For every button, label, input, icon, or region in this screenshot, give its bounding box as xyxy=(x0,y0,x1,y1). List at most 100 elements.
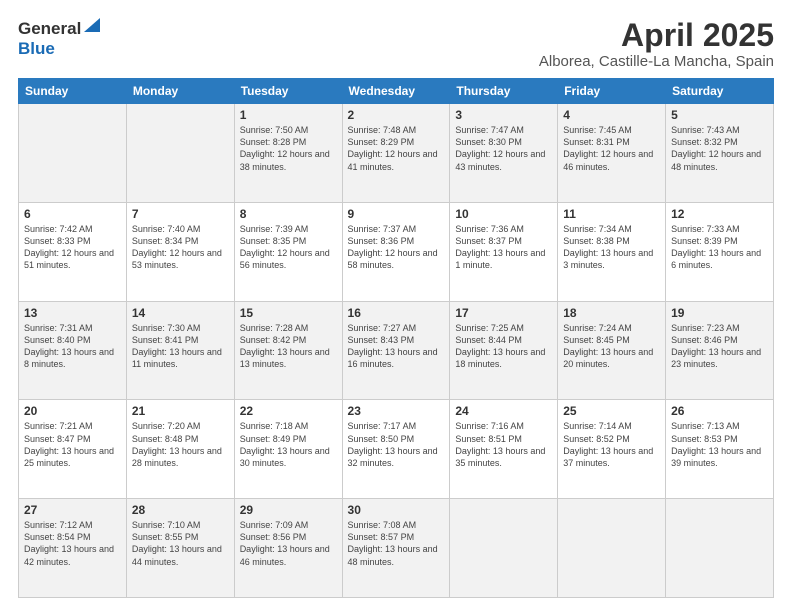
day-number: 11 xyxy=(563,207,660,221)
day-detail: Sunrise: 7:20 AM Sunset: 8:48 PM Dayligh… xyxy=(132,420,229,469)
header-wednesday: Wednesday xyxy=(342,79,450,104)
day-detail: Sunrise: 7:14 AM Sunset: 8:52 PM Dayligh… xyxy=(563,420,660,469)
day-number: 3 xyxy=(455,108,552,122)
table-row: 28 Sunrise: 7:10 AM Sunset: 8:55 PM Dayli… xyxy=(126,499,234,598)
table-row: 9Sunrise: 7:37 AM Sunset: 8:36 PM Daylig… xyxy=(342,202,450,301)
table-row: 2Sunrise: 7:48 AM Sunset: 8:29 PM Daylig… xyxy=(342,104,450,203)
day-number: 16 xyxy=(348,306,445,320)
day-number: 14 xyxy=(132,306,229,320)
calendar-week-row: 1 Sunrise: 7:50 AM Sunset: 8:28 PM Daylig… xyxy=(19,104,774,203)
day-detail: Sunrise: 7:34 AM Sunset: 8:38 PM Dayligh… xyxy=(563,223,660,272)
page: General Blue April 2025 Alborea, Castill… xyxy=(0,0,792,612)
header-sunday: Sunday xyxy=(19,79,127,104)
day-number: 10 xyxy=(455,207,552,221)
table-row: 10Sunrise: 7:36 AM Sunset: 8:37 PM Dayli… xyxy=(450,202,558,301)
table-row xyxy=(19,104,127,203)
day-detail: Sunrise: 7:43 AM Sunset: 8:32 PM Dayligh… xyxy=(671,124,768,173)
table-row: 23Sunrise: 7:17 AM Sunset: 8:50 PM Dayli… xyxy=(342,400,450,499)
day-number: 24 xyxy=(455,404,552,418)
day-detail: Sunrise: 7:42 AM Sunset: 8:33 PM Dayligh… xyxy=(24,223,121,272)
day-detail: Sunrise: 7:13 AM Sunset: 8:53 PM Dayligh… xyxy=(671,420,768,469)
day-detail: Sunrise: 7:48 AM Sunset: 8:29 PM Dayligh… xyxy=(348,124,445,173)
table-row: 15 Sunrise: 7:28 AM Sunset: 8:42 PM Dayli… xyxy=(234,301,342,400)
day-detail: Sunrise: 7:18 AM Sunset: 8:49 PM Dayligh… xyxy=(240,420,337,469)
table-row: 22 Sunrise: 7:18 AM Sunset: 8:49 PM Dayli… xyxy=(234,400,342,499)
table-row: 18 Sunrise: 7:24 AM Sunset: 8:45 PM Dayli… xyxy=(558,301,666,400)
day-number: 13 xyxy=(24,306,121,320)
weekday-header-row: Sunday Monday Tuesday Wednesday Thursday… xyxy=(19,79,774,104)
calendar-title: April 2025 xyxy=(539,18,774,53)
calendar-table: Sunday Monday Tuesday Wednesday Thursday… xyxy=(18,78,774,598)
table-row: 5 Sunrise: 7:43 AM Sunset: 8:32 PM Daylig… xyxy=(666,104,774,203)
day-number: 5 xyxy=(671,108,768,122)
table-row: 21Sunrise: 7:20 AM Sunset: 8:48 PM Dayli… xyxy=(126,400,234,499)
day-detail: Sunrise: 7:47 AM Sunset: 8:30 PM Dayligh… xyxy=(455,124,552,173)
table-row: 30 Sunrise: 7:08 AM Sunset: 8:57 PM Dayli… xyxy=(342,499,450,598)
table-row: 24 Sunrise: 7:16 AM Sunset: 8:51 PM Dayli… xyxy=(450,400,558,499)
header: General Blue April 2025 Alborea, Castill… xyxy=(18,18,774,70)
header-saturday: Saturday xyxy=(666,79,774,104)
table-row: 29Sunrise: 7:09 AM Sunset: 8:56 PM Dayli… xyxy=(234,499,342,598)
day-detail: Sunrise: 7:30 AM Sunset: 8:41 PM Dayligh… xyxy=(132,322,229,371)
day-detail: Sunrise: 7:27 AM Sunset: 8:43 PM Dayligh… xyxy=(348,322,445,371)
day-number: 22 xyxy=(240,404,337,418)
day-detail: Sunrise: 7:08 AM Sunset: 8:57 PM Dayligh… xyxy=(348,519,445,568)
table-row: 26Sunrise: 7:13 AM Sunset: 8:53 PM Dayli… xyxy=(666,400,774,499)
table-row: 25 Sunrise: 7:14 AM Sunset: 8:52 PM Dayli… xyxy=(558,400,666,499)
day-number: 23 xyxy=(348,404,445,418)
calendar-week-row: 13 Sunrise: 7:31 AM Sunset: 8:40 PM Dayli… xyxy=(19,301,774,400)
day-detail: Sunrise: 7:09 AM Sunset: 8:56 PM Dayligh… xyxy=(240,519,337,568)
day-detail: Sunrise: 7:40 AM Sunset: 8:34 PM Dayligh… xyxy=(132,223,229,272)
table-row: 1 Sunrise: 7:50 AM Sunset: 8:28 PM Daylig… xyxy=(234,104,342,203)
title-block: April 2025 Alborea, Castille-La Mancha, … xyxy=(539,18,774,70)
logo-general: General xyxy=(18,19,81,39)
day-number: 4 xyxy=(563,108,660,122)
table-row: 17 Sunrise: 7:25 AM Sunset: 8:44 PM Dayli… xyxy=(450,301,558,400)
day-number: 25 xyxy=(563,404,660,418)
day-number: 20 xyxy=(24,404,121,418)
table-row: 8 Sunrise: 7:39 AM Sunset: 8:35 PM Daylig… xyxy=(234,202,342,301)
table-row xyxy=(666,499,774,598)
day-number: 17 xyxy=(455,306,552,320)
table-row: 16 Sunrise: 7:27 AM Sunset: 8:43 PM Dayli… xyxy=(342,301,450,400)
day-detail: Sunrise: 7:50 AM Sunset: 8:28 PM Dayligh… xyxy=(240,124,337,173)
day-number: 15 xyxy=(240,306,337,320)
calendar-location: Alborea, Castille-La Mancha, Spain xyxy=(539,53,774,70)
day-detail: Sunrise: 7:24 AM Sunset: 8:45 PM Dayligh… xyxy=(563,322,660,371)
day-number: 18 xyxy=(563,306,660,320)
day-detail: Sunrise: 7:16 AM Sunset: 8:51 PM Dayligh… xyxy=(455,420,552,469)
day-detail: Sunrise: 7:12 AM Sunset: 8:54 PM Dayligh… xyxy=(24,519,121,568)
logo: General Blue xyxy=(18,18,100,59)
header-friday: Friday xyxy=(558,79,666,104)
table-row: 14 Sunrise: 7:30 AM Sunset: 8:41 PM Dayli… xyxy=(126,301,234,400)
table-row: 20Sunrise: 7:21 AM Sunset: 8:47 PM Dayli… xyxy=(19,400,127,499)
table-row: 7 Sunrise: 7:40 AM Sunset: 8:34 PM Daylig… xyxy=(126,202,234,301)
calendar-week-row: 20Sunrise: 7:21 AM Sunset: 8:47 PM Dayli… xyxy=(19,400,774,499)
table-row: 27 Sunrise: 7:12 AM Sunset: 8:54 PM Dayli… xyxy=(19,499,127,598)
calendar-week-row: 27 Sunrise: 7:12 AM Sunset: 8:54 PM Dayli… xyxy=(19,499,774,598)
calendar-week-row: 6 Sunrise: 7:42 AM Sunset: 8:33 PM Daylig… xyxy=(19,202,774,301)
table-row: 12Sunrise: 7:33 AM Sunset: 8:39 PM Dayli… xyxy=(666,202,774,301)
day-detail: Sunrise: 7:25 AM Sunset: 8:44 PM Dayligh… xyxy=(455,322,552,371)
day-detail: Sunrise: 7:23 AM Sunset: 8:46 PM Dayligh… xyxy=(671,322,768,371)
table-row: 11 Sunrise: 7:34 AM Sunset: 8:38 PM Dayli… xyxy=(558,202,666,301)
day-number: 27 xyxy=(24,503,121,517)
table-row: 19 Sunrise: 7:23 AM Sunset: 8:46 PM Dayli… xyxy=(666,301,774,400)
table-row: 6 Sunrise: 7:42 AM Sunset: 8:33 PM Daylig… xyxy=(19,202,127,301)
day-number: 7 xyxy=(132,207,229,221)
table-row xyxy=(450,499,558,598)
day-number: 30 xyxy=(348,503,445,517)
table-row: 3 Sunrise: 7:47 AM Sunset: 8:30 PM Daylig… xyxy=(450,104,558,203)
day-number: 6 xyxy=(24,207,121,221)
day-number: 28 xyxy=(132,503,229,517)
day-detail: Sunrise: 7:37 AM Sunset: 8:36 PM Dayligh… xyxy=(348,223,445,272)
header-thursday: Thursday xyxy=(450,79,558,104)
table-row: 13 Sunrise: 7:31 AM Sunset: 8:40 PM Dayli… xyxy=(19,301,127,400)
day-number: 19 xyxy=(671,306,768,320)
day-detail: Sunrise: 7:10 AM Sunset: 8:55 PM Dayligh… xyxy=(132,519,229,568)
day-detail: Sunrise: 7:39 AM Sunset: 8:35 PM Dayligh… xyxy=(240,223,337,272)
day-detail: Sunrise: 7:31 AM Sunset: 8:40 PM Dayligh… xyxy=(24,322,121,371)
day-number: 8 xyxy=(240,207,337,221)
day-number: 1 xyxy=(240,108,337,122)
day-detail: Sunrise: 7:28 AM Sunset: 8:42 PM Dayligh… xyxy=(240,322,337,371)
